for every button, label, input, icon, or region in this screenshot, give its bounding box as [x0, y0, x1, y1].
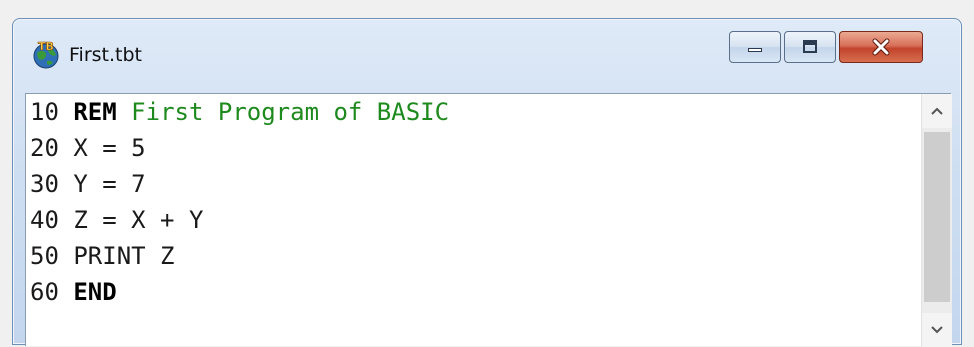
minimize-button[interactable]: [729, 31, 781, 63]
title-bar[interactable]: TB First.tbt: [13, 19, 961, 93]
keyword: REM: [73, 98, 117, 126]
code-line[interactable]: 10 REM First Program of BASIC: [30, 94, 449, 130]
line-number: 20: [30, 134, 59, 162]
code-line[interactable]: 50 PRINT Z: [30, 238, 175, 274]
vertical-scrollbar[interactable]: [921, 94, 952, 347]
code-line[interactable]: 20 X = 5: [30, 130, 146, 166]
scroll-thumb[interactable]: [924, 132, 950, 302]
comment-text: First Program of BASIC: [131, 98, 450, 126]
minimize-icon: [748, 48, 762, 52]
statement-text: PRINT Z: [73, 242, 175, 270]
tb-globe-icon[interactable]: TB: [31, 39, 61, 69]
maximize-button[interactable]: [784, 31, 836, 63]
icon-label: TB: [38, 40, 54, 53]
statement-text: X = 5: [73, 134, 146, 162]
line-number: 10: [30, 98, 59, 126]
line-number: 40: [30, 206, 59, 234]
code-line[interactable]: 30 Y = 7: [30, 166, 146, 202]
code-editor[interactable]: 10 REM First Program of BASIC 20 X = 5 3…: [26, 94, 921, 347]
chevron-up-icon: [931, 107, 943, 115]
maximize-icon: [803, 40, 817, 53]
line-number: 50: [30, 242, 59, 270]
keyword: END: [73, 278, 117, 306]
chevron-down-icon: [931, 326, 943, 334]
code-line[interactable]: 60 END: [30, 274, 117, 310]
line-number: 60: [30, 278, 59, 306]
close-button[interactable]: [839, 31, 923, 63]
statement-text: Y = 7: [73, 170, 146, 198]
code-line[interactable]: 40 Z = X + Y: [30, 202, 203, 238]
scroll-up-button[interactable]: [922, 94, 952, 128]
close-icon: [872, 38, 890, 56]
statement-text: Z = X + Y: [73, 206, 204, 234]
line-number: 30: [30, 170, 59, 198]
scroll-down-button[interactable]: [922, 313, 952, 347]
editor-window: TB First.tbt 10 REM First Program of BAS…: [12, 18, 962, 347]
editor-client-area: 10 REM First Program of BASIC 20 X = 5 3…: [25, 93, 952, 347]
window-title: First.tbt: [69, 44, 142, 66]
